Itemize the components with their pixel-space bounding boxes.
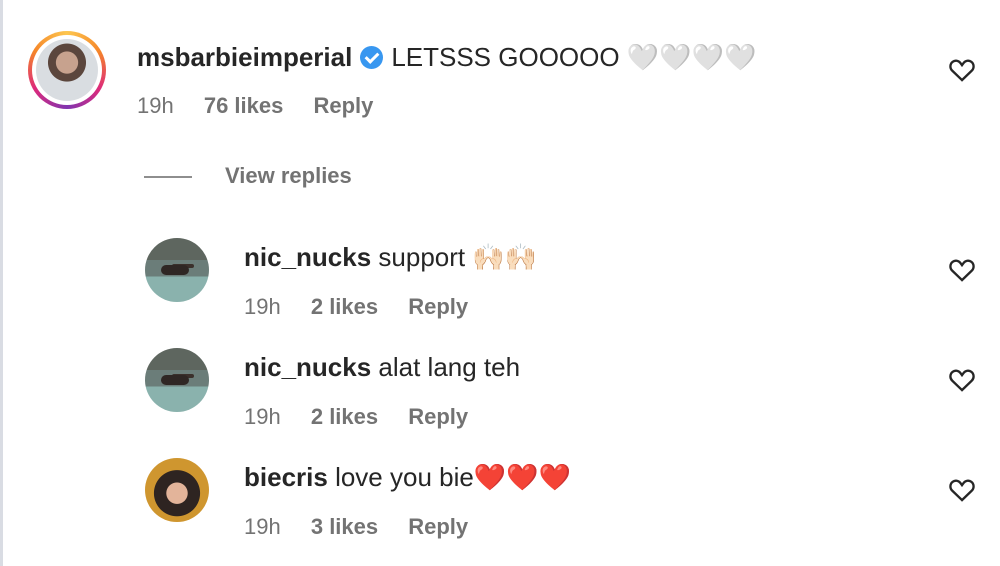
username-link[interactable]: biecris — [244, 462, 328, 492]
reply-time: 19h — [244, 294, 281, 319]
username-link[interactable]: nic_nucks — [244, 242, 371, 272]
reply-meta: 19h 3 likes Reply — [244, 513, 492, 541]
thread-divider — [144, 176, 192, 178]
like-reply-button[interactable] — [948, 476, 976, 502]
username-link[interactable]: nic_nucks — [244, 352, 371, 382]
reply-body: alat lang teh — [378, 352, 521, 382]
comment-time: 19h — [137, 93, 174, 118]
reply-button[interactable]: Reply — [408, 514, 468, 539]
story-ring-avatar[interactable] — [28, 31, 106, 109]
comment-meta: 19h 76 likes Reply — [137, 92, 397, 120]
reply-meta: 19h 2 likes Reply — [244, 293, 492, 321]
red-heart-emoji: ❤️❤️❤️ — [473, 463, 571, 493]
view-replies-label[interactable]: View replies — [225, 160, 352, 192]
reply-time: 19h — [244, 514, 281, 539]
likes-count[interactable]: 76 likes — [204, 93, 284, 118]
reply-text-line: nic_nucks alat lang teh — [244, 351, 520, 383]
username-link[interactable]: msbarbieimperial — [137, 42, 352, 72]
comment-body: LETSSS GOOOOO — [391, 42, 620, 72]
reply-text-line: biecris love you bie❤️❤️❤️ — [244, 461, 571, 494]
heart-outline-icon — [949, 259, 975, 282]
reply-meta: 19h 2 likes Reply — [244, 403, 492, 431]
verified-badge-icon — [360, 45, 384, 69]
reply-button[interactable]: Reply — [313, 93, 373, 118]
heart-outline-icon — [949, 369, 975, 392]
avatar[interactable] — [145, 348, 209, 412]
like-reply-button[interactable] — [948, 256, 976, 282]
heart-outline-icon — [949, 59, 975, 82]
raised-hands-emoji: 🙌🏻🙌🏻 — [472, 243, 538, 273]
reply-button[interactable]: Reply — [408, 404, 468, 429]
likes-count[interactable]: 3 likes — [311, 514, 378, 539]
avatar[interactable] — [145, 238, 209, 302]
reply-text-line: nic_nucks support 🙌🏻🙌🏻 — [244, 241, 537, 274]
reply-body: love you bie — [335, 462, 474, 492]
avatar — [36, 39, 98, 101]
white-heart-emoji: 🤍🤍🤍🤍 — [626, 43, 757, 73]
heart-outline-icon — [949, 479, 975, 502]
like-comment-button[interactable] — [948, 56, 976, 82]
avatar[interactable] — [145, 458, 209, 522]
likes-count[interactable]: 2 likes — [311, 294, 378, 319]
reply-time: 19h — [244, 404, 281, 429]
like-reply-button[interactable] — [948, 366, 976, 392]
left-edge-divider — [0, 0, 3, 566]
comment-text-line: msbarbieimperial LETSSS GOOOOO 🤍🤍🤍🤍 — [137, 41, 756, 74]
reply-button[interactable]: Reply — [408, 294, 468, 319]
reply-body: support — [378, 242, 466, 272]
likes-count[interactable]: 2 likes — [311, 404, 378, 429]
